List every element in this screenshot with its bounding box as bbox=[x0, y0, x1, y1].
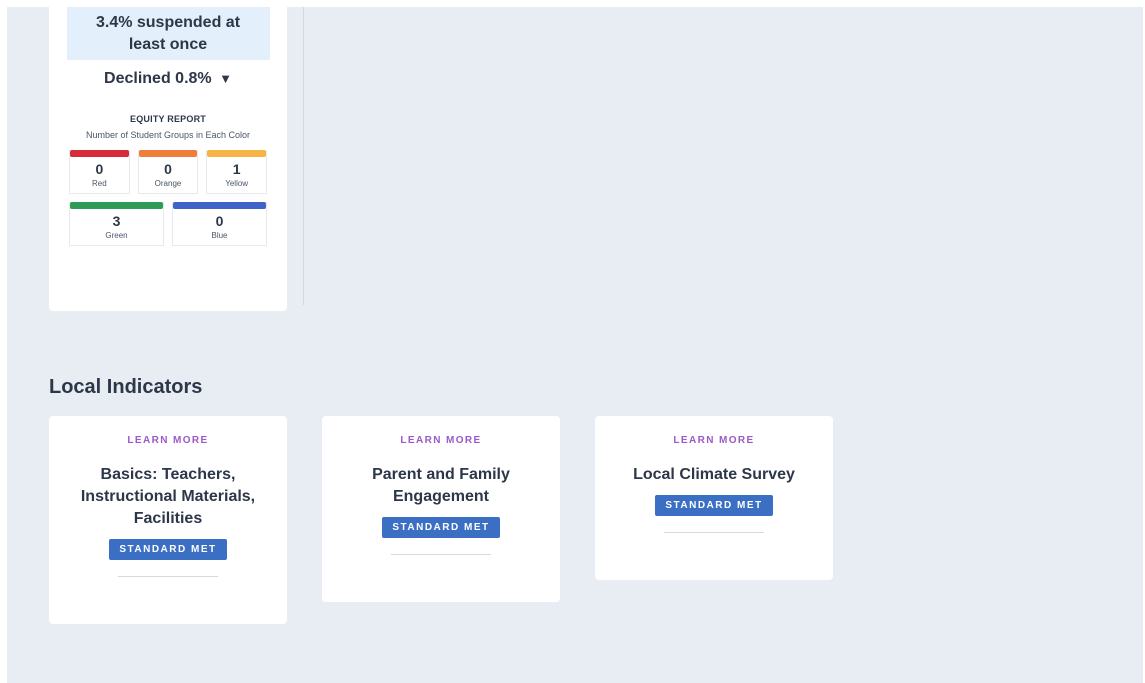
change-text: Declined 0.8% bbox=[104, 70, 212, 87]
status-badge: STANDARD MET bbox=[109, 539, 227, 560]
divider bbox=[664, 532, 764, 533]
status-badge: STANDARD MET bbox=[655, 495, 773, 516]
status-badge: STANDARD MET bbox=[382, 517, 500, 538]
equity-count: 0 bbox=[164, 161, 172, 177]
suspension-stat: 3.4% suspended at least once bbox=[66, 7, 270, 60]
blue-color-bar bbox=[173, 202, 266, 209]
learn-more-link[interactable]: LEARN MORE bbox=[595, 435, 833, 446]
equity-count: 0 bbox=[95, 161, 104, 177]
red-color-bar bbox=[70, 150, 129, 157]
down-arrow-icon: ▼ bbox=[219, 71, 232, 86]
orange-color-bar bbox=[138, 150, 198, 157]
equity-label: Red bbox=[91, 179, 107, 188]
equity-cell-green: 3 Green bbox=[69, 202, 164, 246]
yellow-color-bar bbox=[207, 150, 267, 157]
suspension-rate-card: 3.4% suspended at least once Declined 0.… bbox=[49, 7, 287, 311]
equity-label: Green bbox=[105, 231, 128, 240]
suspension-stat-text: 3.4% suspended at least once bbox=[95, 13, 241, 53]
equity-grid-row-1: 0 Red 0 Orange 1 Yellow bbox=[69, 150, 268, 194]
equity-report-title: EQUITY REPORT bbox=[130, 114, 206, 124]
equity-cell-blue: 0 Blue bbox=[172, 202, 267, 246]
equity-report-subtitle: Number of Student Groups in Each Color bbox=[85, 130, 251, 140]
equity-cell-yellow: 1 Yellow bbox=[206, 150, 268, 194]
equity-label: Orange bbox=[154, 179, 182, 188]
equity-count: 3 bbox=[112, 213, 121, 229]
change-indicator: Declined 0.8% ▼ bbox=[49, 70, 287, 88]
indicator-title: Local Climate Survey bbox=[633, 466, 795, 483]
dashboard-canvas: 3.4% suspended at least once Declined 0.… bbox=[7, 7, 1143, 683]
divider bbox=[391, 554, 491, 555]
divider bbox=[118, 576, 218, 577]
equity-label: Blue bbox=[211, 231, 228, 240]
equity-count: 0 bbox=[215, 213, 224, 229]
indicator-title: Parent and Family Engagement bbox=[372, 466, 510, 505]
local-indicator-card-basics[interactable]: LEARN MORE Basics: Teachers, Instruction… bbox=[49, 416, 287, 624]
equity-count: 1 bbox=[232, 161, 241, 177]
local-indicator-card-climate-survey[interactable]: LEARN MORE Local Climate Survey STANDARD… bbox=[595, 416, 833, 580]
green-color-bar bbox=[70, 202, 163, 209]
equity-cell-red: 0 Red bbox=[69, 150, 130, 194]
equity-label: Yellow bbox=[225, 179, 249, 188]
column-divider bbox=[303, 7, 304, 305]
equity-grid-row-2: 3 Green 0 Blue bbox=[69, 202, 267, 246]
indicator-title: Basics: Teachers, Instructional Material… bbox=[80, 466, 256, 527]
learn-more-link[interactable]: LEARN MORE bbox=[49, 435, 287, 446]
local-indicator-card-parent-family[interactable]: LEARN MORE Parent and Family Engagement … bbox=[322, 416, 560, 602]
equity-cell-orange: 0 Orange bbox=[137, 150, 199, 194]
local-indicators-heading: Local Indicators bbox=[49, 376, 203, 398]
learn-more-link[interactable]: LEARN MORE bbox=[322, 435, 560, 446]
